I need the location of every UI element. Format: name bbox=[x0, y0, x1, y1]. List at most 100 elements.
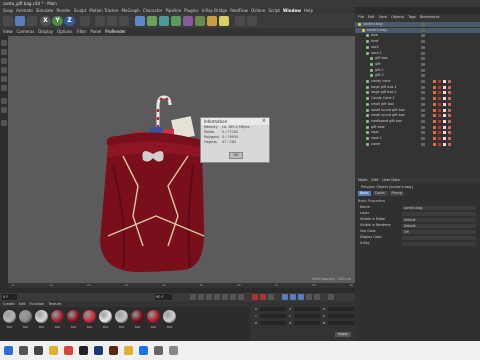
z-axis-lock[interactable]: Z bbox=[64, 16, 75, 26]
material-tag-icon[interactable] bbox=[433, 97, 436, 101]
point-level-key-icon[interactable] bbox=[314, 294, 320, 300]
close-icon[interactable]: × bbox=[262, 118, 266, 125]
viewport-menu-item[interactable]: Options bbox=[57, 28, 72, 36]
next-key-icon[interactable] bbox=[230, 294, 236, 300]
cinema4d-icon[interactable] bbox=[79, 346, 88, 355]
autokey-icon[interactable] bbox=[260, 294, 266, 300]
position-key-icon[interactable] bbox=[282, 294, 288, 300]
material-tag-icon[interactable] bbox=[448, 137, 451, 140]
coord-field[interactable] bbox=[293, 314, 320, 318]
visibility-dots[interactable] bbox=[421, 23, 425, 26]
y-axis-lock[interactable]: Y bbox=[52, 16, 63, 26]
material-tag-icon[interactable] bbox=[443, 131, 446, 135]
windows-icon[interactable] bbox=[4, 346, 13, 355]
attribute-field[interactable]: Default bbox=[402, 223, 476, 228]
timeline-ruler[interactable]: 0 10 20 30 40 50 60 70 80 90 bbox=[8, 283, 355, 288]
object-row[interactable]: small gift box bbox=[355, 102, 480, 107]
visibility-dots[interactable] bbox=[421, 91, 425, 95]
menu-item[interactable]: Motion Tracker bbox=[89, 7, 118, 14]
visibility-dots[interactable] bbox=[421, 57, 425, 61]
material-tag-icon[interactable] bbox=[438, 137, 441, 140]
material-tag-icon[interactable] bbox=[438, 108, 441, 112]
coord-field[interactable] bbox=[328, 307, 355, 311]
material-tag-icon[interactable] bbox=[438, 114, 441, 118]
tweak-mode-icon[interactable] bbox=[1, 107, 7, 113]
material-tag-icon[interactable] bbox=[448, 108, 451, 112]
attribute-menu-item[interactable]: User Data bbox=[382, 177, 399, 183]
menu-item[interactable]: Plugins bbox=[184, 7, 198, 14]
material-tag-icon[interactable] bbox=[448, 119, 451, 123]
viewport-menu-item[interactable]: Filter bbox=[76, 28, 86, 36]
attribute-field[interactable]: Off bbox=[402, 229, 476, 234]
visibility-dots[interactable] bbox=[421, 102, 425, 106]
attribute-tab[interactable]: Phong bbox=[389, 191, 404, 196]
menu-item[interactable]: Script bbox=[268, 7, 280, 14]
material-tag-icon[interactable] bbox=[438, 142, 441, 146]
coord-field[interactable] bbox=[259, 314, 286, 318]
material-tag-icon[interactable] bbox=[448, 80, 451, 83]
material-tag-icon[interactable] bbox=[433, 125, 436, 129]
attribute-field[interactable] bbox=[402, 211, 476, 216]
menu-item[interactable]: Octane bbox=[251, 7, 265, 14]
previous-key-icon[interactable] bbox=[198, 294, 204, 300]
object-menu-item[interactable]: Objects bbox=[391, 14, 404, 21]
other-icon[interactable] bbox=[169, 346, 178, 355]
material-tag-icon[interactable] bbox=[433, 114, 436, 118]
material-swatch[interactable] bbox=[51, 310, 64, 323]
camera-icon[interactable] bbox=[207, 16, 217, 26]
object-row[interactable]: sack bbox=[355, 45, 480, 50]
visibility-dots[interactable] bbox=[421, 142, 425, 146]
object-row[interactable]: gift box bbox=[355, 56, 480, 61]
record-icon[interactable] bbox=[252, 294, 258, 300]
workplane-icon[interactable] bbox=[235, 16, 245, 26]
model-mode-icon[interactable] bbox=[1, 40, 7, 46]
material-tag-icon[interactable] bbox=[438, 102, 441, 106]
viewport-menu-item[interactable]: Panel bbox=[90, 28, 101, 36]
object-row[interactable]: bow bbox=[355, 33, 480, 38]
search-icon[interactable] bbox=[19, 346, 28, 355]
material-tag-icon[interactable] bbox=[443, 97, 446, 101]
keyframe-selection-icon[interactable] bbox=[268, 294, 274, 300]
object-row[interactable]: santa's bag bbox=[355, 22, 480, 27]
coord-field[interactable] bbox=[260, 307, 287, 311]
go-to-start-icon[interactable] bbox=[190, 294, 196, 300]
snap-tool-icon[interactable] bbox=[1, 120, 7, 126]
object-row[interactable]: rope.1 bbox=[355, 136, 480, 141]
material-tag-icon[interactable] bbox=[438, 119, 441, 123]
array-icon[interactable] bbox=[171, 16, 181, 26]
menu-item[interactable]: Simulate bbox=[36, 7, 54, 14]
coord-field[interactable] bbox=[294, 321, 321, 325]
attribute-tab[interactable]: Coord. bbox=[372, 191, 388, 196]
material-tag-icon[interactable] bbox=[438, 125, 441, 129]
material-tag-icon[interactable] bbox=[448, 102, 451, 106]
material-tag-icon[interactable] bbox=[443, 142, 446, 146]
coord-field[interactable] bbox=[260, 321, 287, 325]
visibility-dots[interactable] bbox=[421, 62, 425, 66]
coord-field[interactable] bbox=[327, 314, 354, 318]
light-icon[interactable] bbox=[219, 16, 229, 26]
material-swatch[interactable] bbox=[67, 310, 80, 323]
object-menu-item[interactable]: Tags bbox=[408, 14, 416, 21]
current-frame-field[interactable]: 0 F bbox=[2, 294, 17, 300]
material-tag-icon[interactable] bbox=[443, 80, 446, 83]
material-tag-icon[interactable] bbox=[438, 91, 441, 95]
attribute-field[interactable] bbox=[402, 241, 476, 246]
object-menu-item[interactable]: View bbox=[379, 14, 387, 21]
cube-icon[interactable] bbox=[135, 16, 145, 26]
material-tag-icon[interactable] bbox=[443, 108, 446, 112]
object-menu-item[interactable]: Edit bbox=[368, 14, 375, 21]
object-row[interactable]: large gift box.1 bbox=[355, 85, 480, 90]
edges-mode-icon[interactable] bbox=[1, 76, 7, 82]
menu-item[interactable]: Sculpt bbox=[74, 7, 87, 14]
menu-item[interactable]: Snap bbox=[3, 7, 13, 14]
apply-button[interactable]: Apply bbox=[335, 332, 351, 337]
material-tag-icon[interactable] bbox=[433, 108, 436, 112]
material-swatch[interactable] bbox=[19, 310, 32, 323]
go-to-end-icon[interactable] bbox=[238, 294, 244, 300]
attribute-menu-item[interactable]: Mode bbox=[358, 177, 368, 183]
visibility-dots[interactable] bbox=[421, 108, 425, 112]
material-tag-icon[interactable] bbox=[443, 85, 446, 89]
object-row[interactable]: knot bbox=[355, 39, 480, 44]
visibility-dots[interactable] bbox=[421, 80, 425, 83]
polygons-mode-icon[interactable] bbox=[1, 85, 7, 91]
